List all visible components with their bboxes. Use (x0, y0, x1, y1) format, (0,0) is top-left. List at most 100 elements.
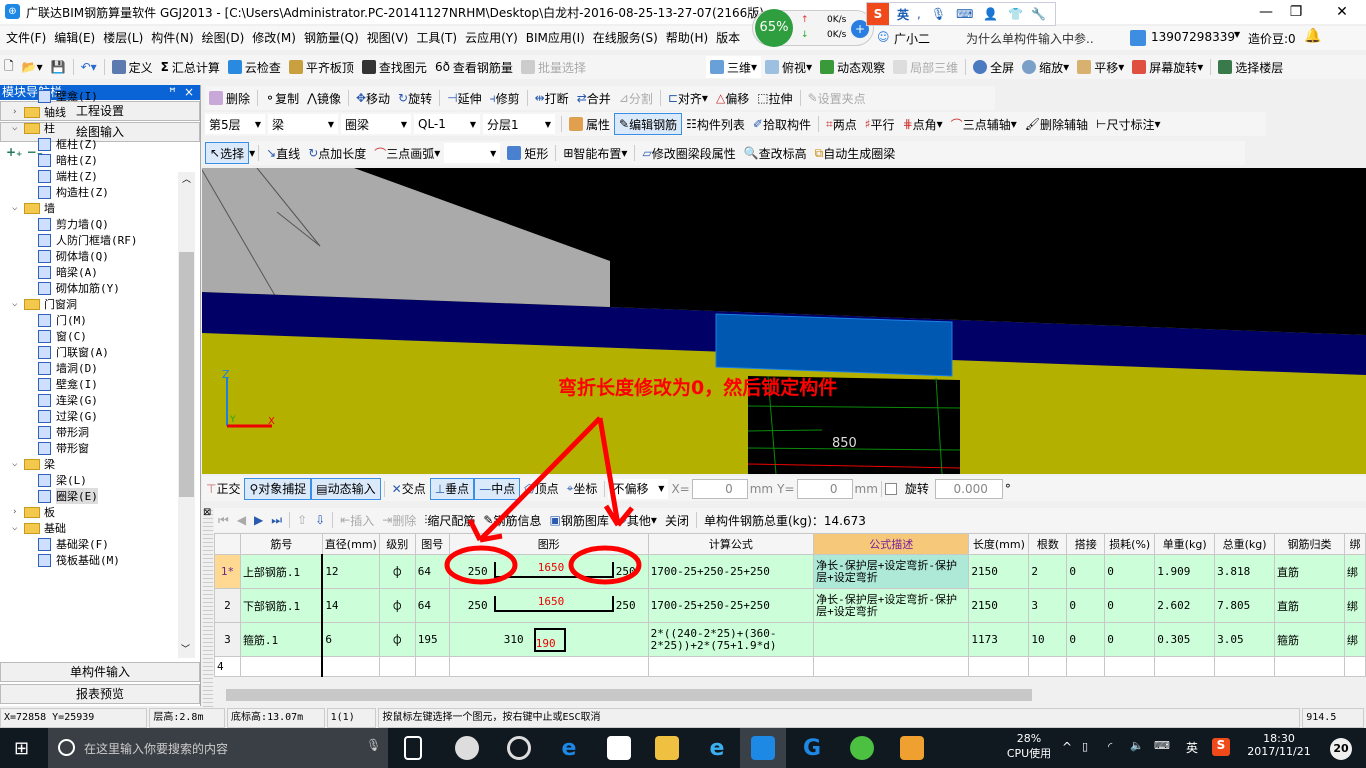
g-app-icon[interactable]: G (800, 736, 824, 761)
menu-cloud[interactable]: 云应用(Y) (461, 26, 522, 50)
rebar-info-button[interactable]: ✎ 钢筋信息 (479, 509, 545, 531)
cell-total_w[interactable]: 3.818 (1214, 554, 1276, 589)
cell-count[interactable]: 3 (1028, 588, 1068, 623)
cell-grade[interactable]: ⏀ (378, 588, 416, 623)
fan-app-icon[interactable] (455, 736, 479, 760)
tree-item[interactable]: 带形窗 (8, 440, 178, 456)
subtype-select[interactable]: 圈梁 ▼ (341, 114, 411, 134)
cell-loss[interactable]: 0 (1104, 622, 1156, 657)
menu-rebar[interactable]: 钢筋量(Q) (300, 26, 363, 50)
cell-loss[interactable] (1104, 656, 1156, 677)
local-3d-button[interactable]: 局部三维 (889, 56, 962, 78)
close-button[interactable]: ✕ (1322, 2, 1362, 22)
green-app-icon[interactable] (850, 736, 874, 760)
scroll-thumb[interactable] (179, 252, 194, 497)
scroll-thumb[interactable] (226, 689, 1032, 701)
column-header[interactable]: 计算公式 (647, 533, 815, 555)
layer-select[interactable]: 分层1 ▼ (483, 114, 555, 134)
cell-no[interactable]: 3 (214, 622, 241, 657)
perpendicular-snap-button[interactable]: ⊥ 垂点 (429, 477, 475, 500)
cell-total_w[interactable] (1214, 656, 1276, 677)
menu-modify[interactable]: 修改(M) (248, 26, 300, 50)
select-button[interactable]: ↖ 选择 (205, 142, 250, 164)
first-record-button[interactable]: ⏮ (214, 509, 233, 531)
column-header[interactable]: 公式描述 (813, 533, 970, 555)
cell-formula[interactable]: 1700-25+250-25+250 (647, 588, 815, 623)
cell-grade[interactable]: ⏀ (378, 622, 416, 657)
rectangle-button[interactable]: 矩形 (503, 142, 552, 164)
cell-fig[interactable]: 64 (414, 588, 450, 623)
cell-len[interactable]: 1173 (968, 622, 1030, 657)
ime-lang[interactable]: 英 (897, 6, 909, 23)
tray-expand-icon[interactable]: ^ (1062, 740, 1072, 754)
table-row[interactable]: 3 箍筋.1 6 ⏀ 195 310 190 2*((240-2*25)+(360-2*25)… (214, 622, 1366, 657)
clock[interactable]: 18:30 2017/11/21 (1244, 732, 1314, 758)
user-icon[interactable]: 👤 (983, 7, 998, 21)
tree-item[interactable]: 剪力墙(Q) (8, 216, 178, 232)
table-row[interactable]: 4 (214, 656, 1366, 677)
tree-item[interactable]: 砌体墙(Q) (8, 248, 178, 264)
cell-count[interactable]: 10 (1028, 622, 1068, 657)
move-button[interactable]: ✥ 移动 (352, 87, 394, 109)
cell-loss[interactable]: 0 (1104, 588, 1156, 623)
rotate-checkbox[interactable] (884, 482, 897, 495)
cell-loss[interactable]: 0 (1104, 554, 1156, 589)
chevron-down-icon[interactable]: ⌵ (12, 203, 24, 213)
table-row[interactable]: 1* 上部钢筋.1 12 ⏀ 64 250 1650 250 1700-25+250-25+25… (214, 554, 1366, 589)
tree-scrollbar[interactable]: ︿ ﹀ (178, 172, 195, 658)
cell-total_w[interactable]: 7.805 (1214, 588, 1276, 623)
menu-bim[interactable]: BIM应用(I) (522, 26, 589, 50)
y-input[interactable]: 0 (796, 478, 853, 499)
other-button[interactable]: ⇨ 其他 ▾ (613, 509, 661, 531)
summary-calc-button[interactable]: Σ 汇总计算 (157, 56, 224, 78)
panel-close-icon[interactable]: ⊠ (203, 507, 211, 518)
skin-icon[interactable]: 👕 (1008, 7, 1023, 21)
assistant-link[interactable]: 广小二 (894, 30, 930, 47)
cell-unit_w[interactable] (1154, 656, 1216, 677)
cell-shape[interactable]: 310 190 (448, 622, 649, 657)
menu-floor[interactable]: 楼层(L) (99, 26, 147, 50)
column-header[interactable]: 钢筋归类 (1274, 533, 1345, 555)
check-elevation-button[interactable]: 🔍 查改标高 (740, 142, 811, 164)
menu-online[interactable]: 在线服务(S) (589, 26, 662, 50)
prev-record-button[interactable]: ◀ (233, 509, 250, 531)
save-button[interactable]: 💾 (47, 56, 70, 78)
account-name[interactable]: 13907298339 (1151, 30, 1235, 44)
chevron-down-icon[interactable]: ⌵ (12, 523, 24, 533)
tree-folder[interactable]: › 板 (8, 504, 178, 520)
tree-item[interactable]: 过梁(G) (8, 408, 178, 424)
cell-cat[interactable] (1274, 656, 1345, 677)
cell-cat[interactable]: 直筋 (1274, 588, 1345, 623)
column-header[interactable]: 直径(mm) (321, 533, 380, 555)
tree-item[interactable]: 墙洞(D) (8, 360, 178, 376)
split-button[interactable]: ⊿ 分割 (615, 87, 657, 109)
tree-item[interactable]: 端柱(Z) (8, 168, 178, 184)
notes-app-icon[interactable] (900, 736, 924, 760)
ime-toolbar[interactable]: S 英 , 🎙 ⌨ 👤 👕 🔧 (866, 2, 1056, 26)
break-button[interactable]: ⇹ 打断 (531, 87, 573, 109)
scroll-up-icon[interactable]: ︿ (178, 172, 195, 185)
tree-item[interactable]: 筏板基础(M) (8, 552, 178, 568)
screen-rotate-button[interactable]: 屏幕旋转 ▾ (1128, 56, 1207, 78)
bell-icon[interactable]: 🔔 (1304, 28, 1321, 44)
move-up-button[interactable]: ⇧ (293, 509, 311, 531)
vertex-snap-button[interactable]: ⬠ 顶点 (520, 478, 562, 500)
cell-desc[interactable] (813, 656, 970, 677)
cell-len[interactable]: 2150 (968, 554, 1030, 589)
cell-dia[interactable]: 6 (321, 622, 380, 657)
store-icon[interactable] (607, 736, 631, 760)
tree-item[interactable]: 连梁(G) (8, 392, 178, 408)
tree-item[interactable]: 圈梁(E) (8, 488, 178, 504)
cell-no[interactable]: 2 (214, 588, 241, 623)
cell-shape[interactable]: 250 1650 250 (448, 588, 649, 623)
chevron-down-icon[interactable]: ⌵ (12, 299, 24, 309)
two-point-axis-button[interactable]: ⌗ 两点 (822, 113, 861, 135)
task-view-icon[interactable] (404, 736, 422, 760)
report-preview-button[interactable]: 报表预览 (0, 684, 200, 704)
line-button[interactable]: ↘ 直线 (262, 142, 304, 164)
tree-item[interactable]: 门联窗(A) (8, 344, 178, 360)
restore-button[interactable]: ❐ (1276, 2, 1316, 22)
insert-row-button[interactable]: ⇤ 插入 (336, 509, 378, 531)
table-horizontal-scrollbar[interactable] (214, 687, 1366, 703)
3d-viewport[interactable]: 850 Z Y X 弯折长度修改为0，然后锁定构件 (202, 168, 1366, 474)
